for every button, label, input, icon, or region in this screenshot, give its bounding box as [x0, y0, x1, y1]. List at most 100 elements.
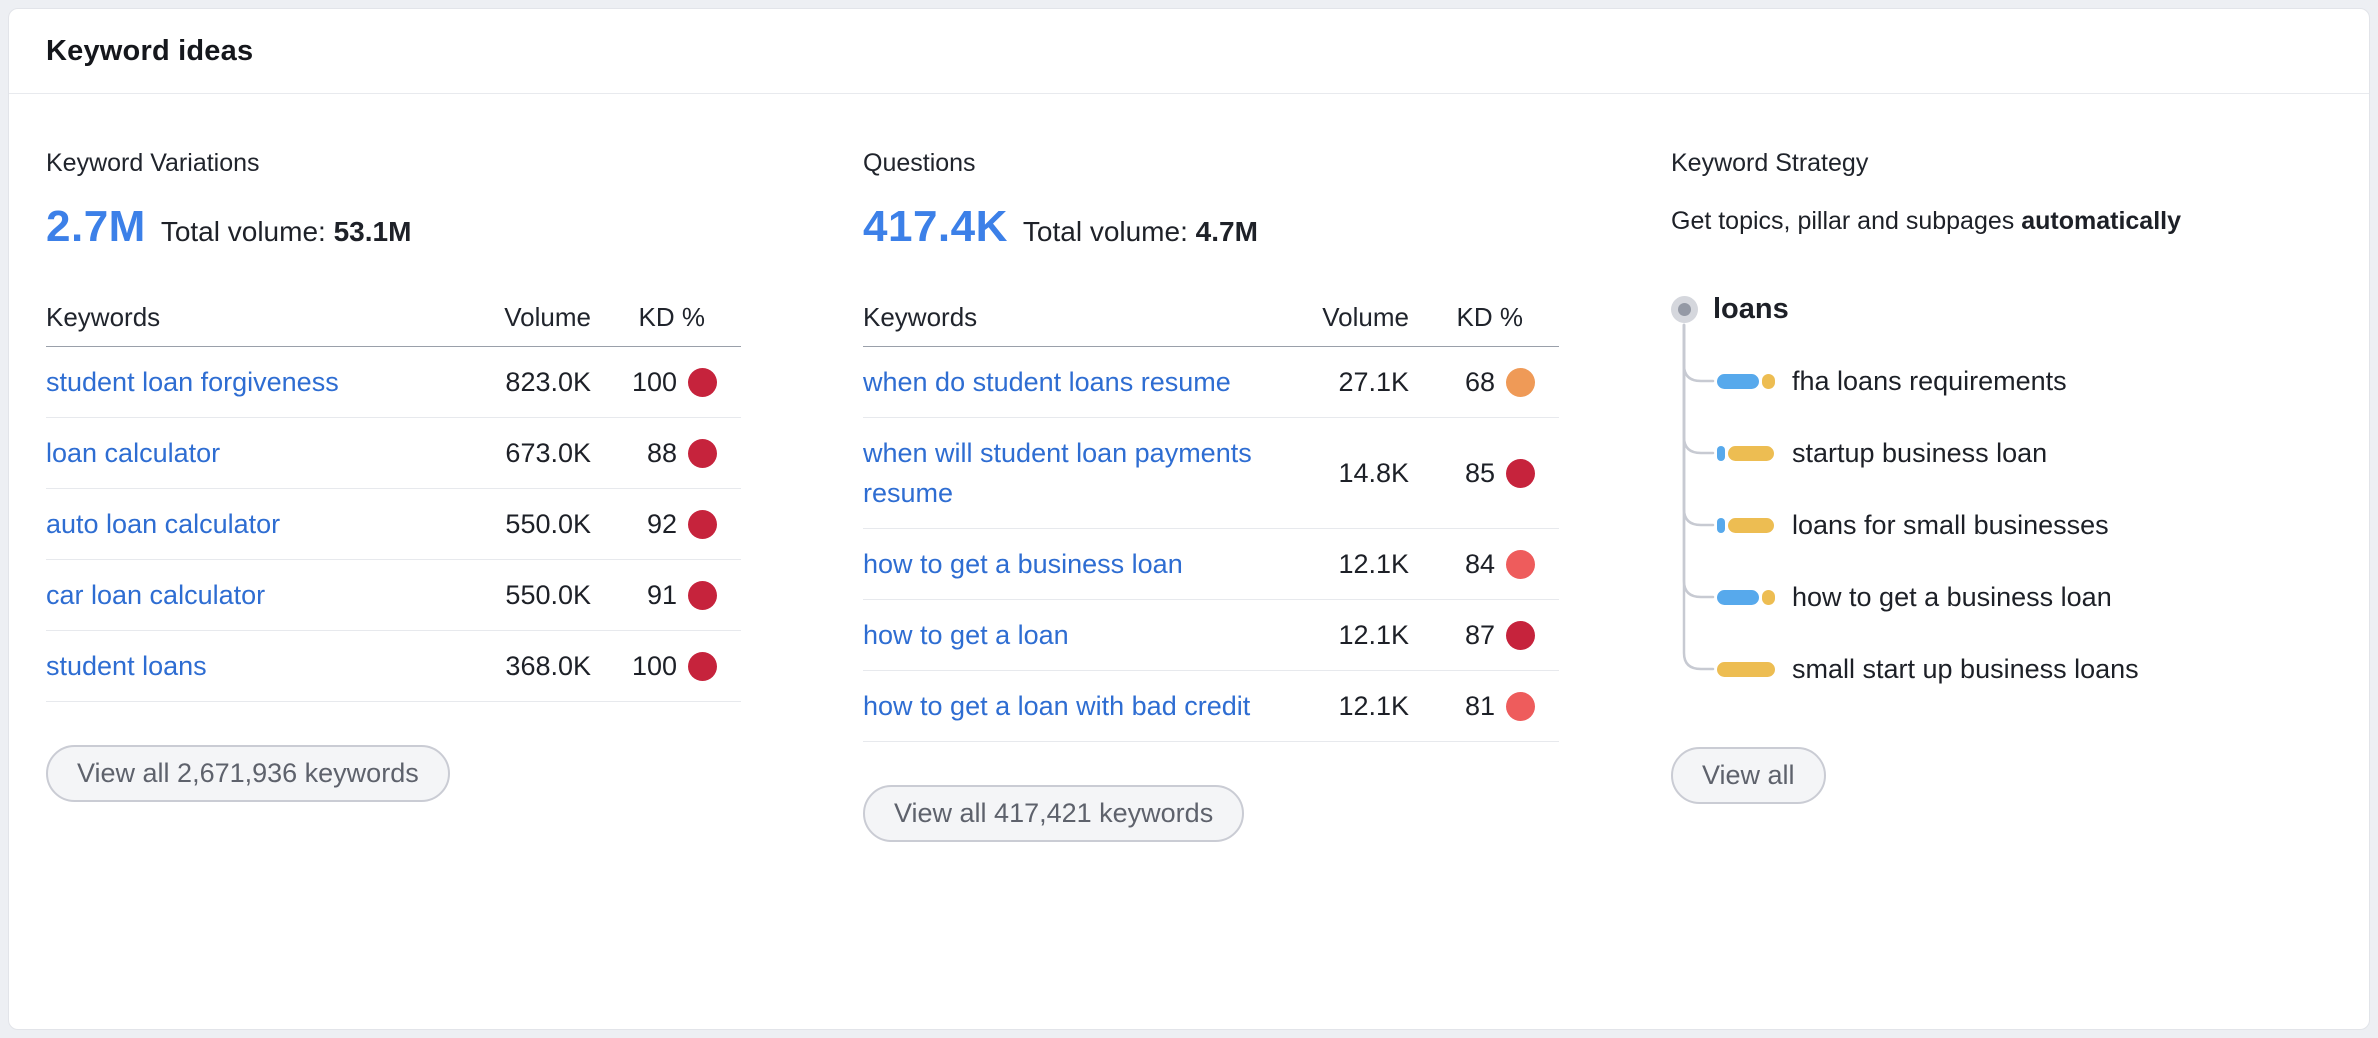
kd-dot — [1506, 692, 1535, 721]
strategy-tree-item[interactable]: small start up business loans — [1717, 649, 2139, 689]
keyword-link[interactable]: student loans — [46, 651, 207, 681]
tree-items: fha loans requirements startup business … — [1717, 361, 2139, 721]
variations-count: 2.7M — [46, 202, 146, 252]
column-header-kd: KD % — [1409, 302, 1559, 333]
view-all-strategy-button[interactable]: View all — [1671, 747, 1826, 804]
total-volume-value: 4.7M — [1196, 216, 1258, 247]
kd-value: 92 — [647, 504, 677, 544]
kd-dot — [1506, 368, 1535, 397]
keyword-link[interactable]: how to get a loan — [863, 620, 1069, 650]
kd-dot — [688, 368, 717, 397]
keyword-link[interactable]: when do student loans resume — [863, 367, 1231, 397]
variations-table-header: Keywords Volume KD % — [46, 302, 741, 347]
variations-total-volume: Total volume: 53.1M — [161, 216, 412, 248]
tree-item-label: small start up business loans — [1792, 654, 2139, 685]
table-row: student loan forgiveness 823.0K 100 — [46, 347, 741, 418]
volume-value: 673.0K — [446, 433, 591, 473]
strategy-tree-item[interactable]: startup business loan — [1717, 433, 2139, 473]
intent-bar-icon — [1717, 374, 1775, 389]
page-title: Keyword ideas — [46, 35, 2332, 68]
variations-stats: 2.7M Total volume: 53.1M — [46, 202, 741, 258]
questions-total-volume: Total volume: 4.7M — [1023, 216, 1258, 248]
table-row: when do student loans resume 27.1K 68 — [863, 347, 1559, 418]
kd-dot — [688, 510, 717, 539]
kd-value: 100 — [632, 646, 677, 686]
total-volume-label: Total volume: — [161, 216, 326, 247]
section-title-strategy: Keyword Strategy — [1671, 149, 2311, 178]
kd-dot — [1506, 459, 1535, 488]
variations-table: Keywords Volume KD % student loan forgiv… — [46, 302, 741, 702]
table-row: car loan calculator 550.0K 91 — [46, 560, 741, 631]
strategy-tree-item[interactable]: fha loans requirements — [1717, 361, 2139, 401]
table-row: auto loan calculator 550.0K 92 — [46, 489, 741, 560]
table-row: how to get a business loan 12.1K 84 — [863, 529, 1559, 600]
table-row: student loans 368.0K 100 — [46, 631, 741, 702]
view-all-questions-button[interactable]: View all 417,421 keywords — [863, 785, 1244, 842]
tree-item-label: how to get a business loan — [1792, 582, 2112, 613]
column-header-volume: Volume — [446, 302, 591, 333]
strategy-tree-item[interactable]: how to get a business loan — [1717, 577, 2139, 617]
volume-value: 823.0K — [446, 362, 591, 402]
table-row: how to get a loan with bad credit 12.1K … — [863, 671, 1559, 742]
questions-section: Questions 417.4K Total volume: 4.7M Keyw… — [863, 149, 1559, 842]
strategy-subtitle-bold: automatically — [2021, 207, 2181, 235]
kd-value: 100 — [632, 362, 677, 402]
volume-value: 550.0K — [446, 575, 591, 615]
tree-item-label: startup business loan — [1792, 438, 2047, 469]
keyword-link[interactable]: loan calculator — [46, 438, 220, 468]
kd-dot — [688, 581, 717, 610]
table-row: loan calculator 673.0K 88 — [46, 418, 741, 489]
strategy-tree: loans fha loans requirements — [1671, 291, 2311, 691]
tree-root-node[interactable]: loans — [1671, 291, 2311, 327]
total-volume-label: Total volume: — [1023, 216, 1188, 247]
table-row: when will student loan payments resume 1… — [863, 418, 1559, 529]
volume-value: 14.8K — [1264, 453, 1409, 493]
keyword-link[interactable]: auto loan calculator — [46, 509, 280, 539]
keyword-strategy-section: Keyword Strategy Get topics, pillar and … — [1671, 149, 2311, 804]
volume-value: 12.1K — [1264, 544, 1409, 584]
column-header-kd: KD % — [591, 302, 741, 333]
column-header-keywords: Keywords — [46, 302, 446, 333]
section-title-variations: Keyword Variations — [46, 149, 741, 178]
strategy-subtitle: Get topics, pillar and subpages automati… — [1671, 206, 2311, 237]
column-header-keywords: Keywords — [863, 302, 1264, 333]
intent-bar-icon — [1717, 518, 1775, 533]
volume-value: 12.1K — [1264, 686, 1409, 726]
kd-value: 88 — [647, 433, 677, 473]
keyword-link[interactable]: how to get a business loan — [863, 549, 1183, 579]
kd-value: 87 — [1465, 615, 1495, 655]
keyword-link[interactable]: car loan calculator — [46, 580, 265, 610]
tree-item-label: loans for small businesses — [1792, 510, 2109, 541]
intent-bar-icon — [1717, 590, 1775, 605]
intent-bar-icon — [1717, 446, 1775, 461]
questions-count: 417.4K — [863, 202, 1008, 252]
strategy-tree-item[interactable]: loans for small businesses — [1717, 505, 2139, 545]
column-header-volume: Volume — [1264, 302, 1409, 333]
volume-value: 27.1K — [1264, 362, 1409, 402]
strategy-subtitle-text: Get topics, pillar and subpages — [1671, 207, 2021, 235]
kd-dot — [1506, 621, 1535, 650]
kd-value: 81 — [1465, 686, 1495, 726]
kd-dot — [688, 652, 717, 681]
view-all-variations-button[interactable]: View all 2,671,936 keywords — [46, 745, 450, 802]
questions-table: Keywords Volume KD % when do student loa… — [863, 302, 1559, 742]
tree-item-label: fha loans requirements — [1792, 366, 2067, 397]
volume-value: 368.0K — [446, 646, 591, 686]
volume-value: 12.1K — [1264, 615, 1409, 655]
kd-dot — [1506, 550, 1535, 579]
keyword-link[interactable]: how to get a loan with bad credit — [863, 691, 1250, 721]
questions-table-body: when do student loans resume 27.1K 68 wh… — [863, 347, 1559, 742]
kd-value: 91 — [647, 575, 677, 615]
volume-value: 550.0K — [446, 504, 591, 544]
variations-table-body: student loan forgiveness 823.0K 100 loan… — [46, 347, 741, 702]
intent-bar-icon — [1717, 662, 1775, 677]
card-header: Keyword ideas — [9, 9, 2369, 94]
kd-value: 68 — [1465, 362, 1495, 402]
keyword-link[interactable]: student loan forgiveness — [46, 367, 339, 397]
keyword-ideas-card: Keyword ideas Keyword Variations 2.7M To… — [8, 8, 2370, 1030]
keyword-link[interactable]: when will student loan payments resume — [863, 438, 1252, 508]
kd-value: 84 — [1465, 544, 1495, 584]
keyword-variations-section: Keyword Variations 2.7M Total volume: 53… — [46, 149, 741, 802]
questions-table-header: Keywords Volume KD % — [863, 302, 1559, 347]
questions-stats: 417.4K Total volume: 4.7M — [863, 202, 1559, 258]
